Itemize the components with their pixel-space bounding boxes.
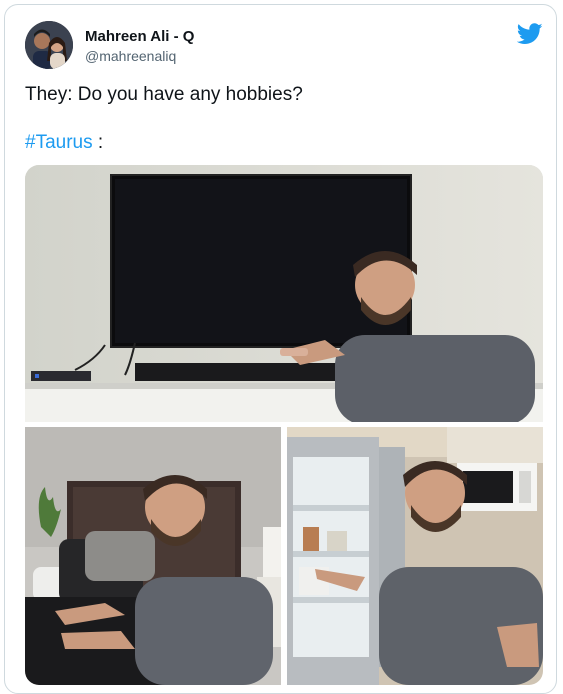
tv-photo[interactable] — [25, 165, 543, 422]
hashtag-link[interactable]: #Taurus — [25, 132, 93, 153]
author-name[interactable]: Mahreen Ali - Q — [85, 28, 194, 45]
bed-photo[interactable] — [25, 427, 281, 685]
author-handle[interactable]: @mahreenaliq — [85, 48, 176, 64]
tweet-text-suffix: : — [92, 132, 104, 153]
avatar[interactable] — [25, 21, 73, 69]
tweet-text-line1: They: Do you have any hobbies? — [25, 84, 303, 105]
fridge-photo[interactable] — [287, 427, 543, 685]
twitter-bird-icon[interactable] — [517, 23, 543, 45]
tweet-card[interactable]: Mahreen Ali - Q @mahreenaliq They: Do yo… — [4, 4, 557, 694]
tweet-text-line2: #Taurus : — [25, 132, 103, 154]
media-grid[interactable] — [25, 165, 543, 685]
